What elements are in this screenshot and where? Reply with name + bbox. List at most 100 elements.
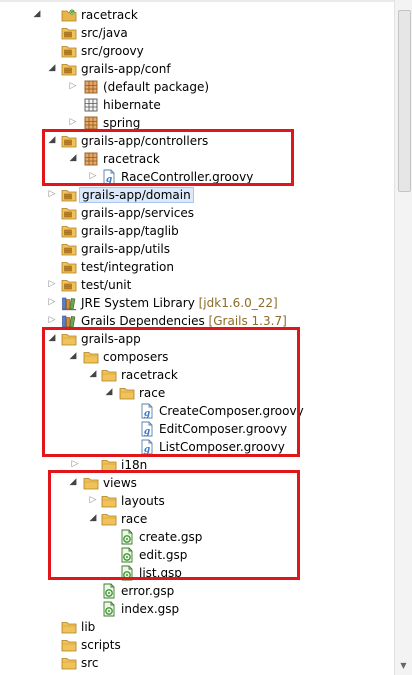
collapsed-triangle-icon[interactable]: ▷: [47, 279, 57, 289]
tree-item[interactable]: g CreateComposer.groovy: [0, 402, 394, 420]
tree-item[interactable]: grails-app/services: [0, 204, 394, 222]
collapsed-triangle-icon[interactable]: ▷: [47, 297, 57, 307]
collapsed-triangle-icon[interactable]: ▷: [68, 81, 78, 91]
tree-item[interactable]: src: [0, 654, 394, 672]
tree-item[interactable]: lib: [0, 618, 394, 636]
expanded-triangle-icon[interactable]: ◢: [68, 477, 78, 487]
tree-item-label: create.gsp: [139, 530, 203, 544]
tree-item-label: scripts: [81, 638, 121, 652]
collapsed-triangle-icon[interactable]: ▷: [47, 315, 57, 325]
tree-item[interactable]: ▷ grails-app/domain: [0, 186, 394, 204]
tree-item[interactable]: ▷ Grails Dependencies [Grails 1.3.7]: [0, 312, 394, 330]
source-folder-icon: [61, 223, 77, 239]
tree-item[interactable]: ◢ racetrack: [0, 150, 394, 168]
expanded-triangle-icon[interactable]: ◢: [88, 513, 98, 523]
tree-item-label: racetrack: [103, 152, 160, 166]
scroll-down-arrow-icon[interactable]: ▼: [398, 661, 409, 671]
tree-item[interactable]: index.gsp: [0, 600, 394, 618]
tree-item[interactable]: ◢ race: [0, 510, 394, 528]
tree-item[interactable]: g ListComposer.groovy: [0, 438, 394, 456]
tree-item[interactable]: ▷ (default package): [0, 78, 394, 96]
tree-item[interactable]: error.gsp: [0, 582, 394, 600]
collapsed-triangle-icon[interactable]: ▷: [70, 459, 80, 469]
tree-item-label: ListComposer.groovy: [159, 440, 285, 454]
top-divider: [0, 0, 394, 2]
tree-item[interactable]: grails-app/utils: [0, 240, 394, 258]
source-folder-icon: [61, 187, 77, 203]
tree-item-decoration: [Grails 1.3.7]: [204, 314, 287, 328]
tree-item[interactable]: ▷ JRE System Library [jdk1.6.0_22]: [0, 294, 394, 312]
svg-text:g: g: [144, 409, 150, 419]
tree-item[interactable]: ◢ race: [0, 384, 394, 402]
source-folder-icon: [61, 61, 77, 77]
tree-item[interactable]: create.gsp: [0, 528, 394, 546]
tree-item[interactable]: ◢ grails-app/controllers: [0, 132, 394, 150]
source-folder-icon: [61, 43, 77, 59]
tree-item[interactable]: ◢ racetrack: [0, 366, 394, 384]
tree-item-decoration: [jdk1.6.0_22]: [194, 296, 278, 310]
folder-icon: [101, 493, 117, 509]
tree-item-label: grails-app: [81, 332, 141, 346]
expanded-triangle-icon[interactable]: ◢: [47, 63, 57, 73]
tree-item-label: grails-app/services: [81, 206, 195, 220]
tree-item[interactable]: edit.gsp: [0, 546, 394, 564]
expanded-triangle-icon[interactable]: ◢: [32, 9, 42, 19]
expanded-triangle-icon[interactable]: ◢: [88, 369, 98, 379]
expanded-triangle-icon[interactable]: ◢: [47, 135, 57, 145]
tree-item-label: src: [81, 656, 99, 670]
tree-item[interactable]: ▷ layouts: [0, 492, 394, 510]
tree-item[interactable]: list.gsp: [0, 564, 394, 582]
tree-item-label: race: [121, 512, 148, 526]
expanded-triangle-icon[interactable]: ◢: [47, 333, 57, 343]
tree-item[interactable]: ▷ test/unit: [0, 276, 394, 294]
tree-item[interactable]: src/java: [0, 24, 394, 42]
expanded-triangle-icon[interactable]: ◢: [68, 351, 78, 361]
tree-item[interactable]: grails-app/taglib: [0, 222, 394, 240]
tree-item[interactable]: scripts: [0, 636, 394, 654]
tree-item[interactable]: g EditComposer.groovy: [0, 420, 394, 438]
tree-item[interactable]: ▷ i18n: [0, 456, 394, 474]
expanded-triangle-icon[interactable]: ◢: [68, 153, 78, 163]
svg-text:g: g: [144, 445, 150, 455]
tree-item-label: edit.gsp: [139, 548, 188, 562]
tree-item-label: index.gsp: [121, 602, 180, 616]
tree-item[interactable]: ◢ grails-app: [0, 330, 394, 348]
gsp-file-icon: [119, 529, 135, 545]
vertical-scrollbar[interactable]: ▼: [394, 0, 412, 675]
collapsed-triangle-icon[interactable]: ▷: [47, 189, 57, 199]
tree-item[interactable]: ◢ Gracetrack: [0, 6, 394, 24]
tree-item-label: JRE System Library [jdk1.6.0_22]: [81, 296, 278, 310]
folder-icon: [61, 655, 77, 671]
source-folder-icon: [61, 133, 77, 149]
collapsed-triangle-icon[interactable]: ▷: [88, 495, 98, 505]
folder-icon: [61, 637, 77, 653]
tree-item[interactable]: ▷ g RaceController.groovy: [0, 168, 394, 186]
tree-item-label: grails-app/utils: [81, 242, 171, 256]
tree-item-label: grails-app/conf: [81, 62, 171, 76]
folder-icon: [61, 619, 77, 635]
library-icon: [61, 313, 77, 329]
tree-item[interactable]: ◢ grails-app/conf: [0, 60, 394, 78]
source-folder-icon: [61, 259, 77, 275]
package-icon: [83, 115, 99, 131]
project-icon: G: [61, 7, 77, 23]
tree-item-label: src/java: [81, 26, 128, 40]
folder-icon: [101, 511, 117, 527]
folder-icon: [61, 331, 77, 347]
collapsed-triangle-icon[interactable]: ▷: [68, 117, 78, 127]
tree-item[interactable]: ▷ spring: [0, 114, 394, 132]
empty-package-icon: [83, 97, 99, 113]
tree-item[interactable]: src/groovy: [0, 42, 394, 60]
tree-item[interactable]: ◢ views: [0, 474, 394, 492]
expanded-triangle-icon[interactable]: ◢: [104, 387, 114, 397]
tree-item[interactable]: test/integration: [0, 258, 394, 276]
tree-item-label: spring: [103, 116, 141, 130]
tree-item-label: hibernate: [103, 98, 161, 112]
collapsed-triangle-icon[interactable]: ▷: [88, 171, 98, 181]
tree-item-label: test/integration: [81, 260, 175, 274]
scrollbar-thumb[interactable]: [398, 10, 411, 192]
tree-item[interactable]: hibernate: [0, 96, 394, 114]
tree-item-label: racetrack: [121, 368, 178, 382]
tree-item[interactable]: ◢ composers: [0, 348, 394, 366]
folder-icon: [101, 457, 117, 473]
